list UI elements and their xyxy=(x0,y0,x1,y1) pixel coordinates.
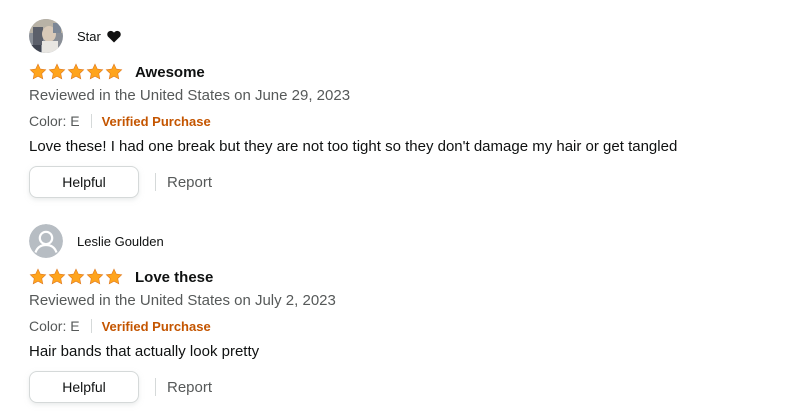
color-variant[interactable]: Color: E xyxy=(29,318,80,334)
star-icon xyxy=(67,63,85,80)
review-actions: Helpful Report xyxy=(29,165,212,199)
reviewer-name: Star xyxy=(77,28,101,44)
report-link[interactable]: Report xyxy=(167,174,212,191)
star-icon xyxy=(86,63,104,80)
star-rating[interactable] xyxy=(29,268,124,286)
black-heart-icon xyxy=(107,30,121,43)
verified-purchase-badge: Verified Purchase xyxy=(101,318,211,334)
star-rating[interactable] xyxy=(29,63,124,81)
review-date: Reviewed in the United States on June 29… xyxy=(29,87,351,104)
rating-row: Awesome xyxy=(29,62,205,82)
review-actions: Helpful Report xyxy=(29,370,212,404)
helpful-button[interactable]: Helpful xyxy=(29,166,139,198)
review-title[interactable]: Awesome xyxy=(135,64,205,81)
review-body: Hair bands that actually look pretty xyxy=(29,343,260,360)
reviewer-name: Leslie Goulden xyxy=(77,233,164,249)
star-icon xyxy=(105,63,123,80)
rating-row: Love these xyxy=(29,267,213,287)
divider xyxy=(90,319,92,333)
review-body: Love these! I had one break but they are… xyxy=(29,138,678,155)
divider xyxy=(155,173,156,191)
reviewer-profile[interactable]: Star xyxy=(29,18,121,54)
reviewer-profile[interactable]: Leslie Goulden xyxy=(29,223,164,259)
review-title[interactable]: Love these xyxy=(135,269,213,286)
review-date: Reviewed in the United States on July 2,… xyxy=(29,292,336,309)
star-icon xyxy=(29,268,47,285)
star-icon xyxy=(67,268,85,285)
divider xyxy=(155,378,156,396)
helpful-button[interactable]: Helpful xyxy=(29,371,139,403)
star-icon xyxy=(48,268,66,285)
color-variant[interactable]: Color: E xyxy=(29,113,80,129)
divider xyxy=(90,114,92,128)
star-icon xyxy=(48,63,66,80)
star-icon xyxy=(105,268,123,285)
star-icon xyxy=(29,63,47,80)
review-meta: Color: E Verified Purchase xyxy=(29,112,211,130)
verified-purchase-badge: Verified Purchase xyxy=(101,113,211,129)
star-icon xyxy=(86,268,104,285)
review-meta: Color: E Verified Purchase xyxy=(29,317,211,335)
default-user-avatar xyxy=(29,224,63,258)
report-link[interactable]: Report xyxy=(167,379,212,396)
reviewer-avatar xyxy=(29,19,63,53)
